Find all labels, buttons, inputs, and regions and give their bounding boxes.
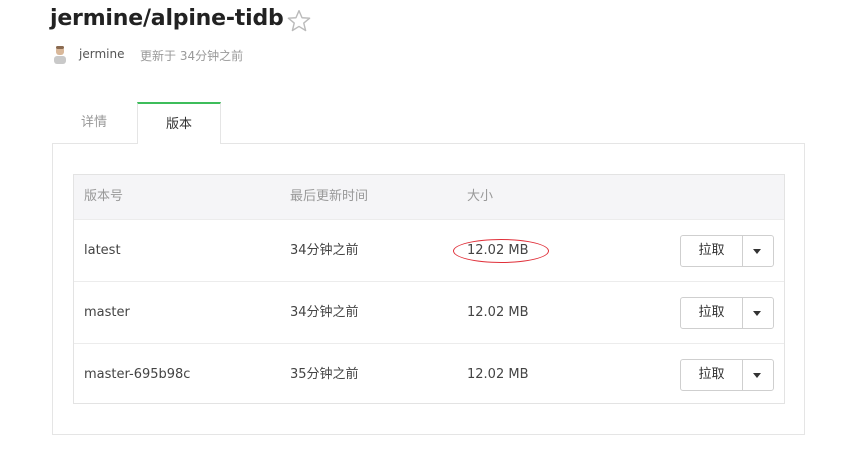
tab-details[interactable]: 详情 bbox=[52, 102, 136, 144]
pull-button[interactable]: 拉取 bbox=[681, 360, 743, 390]
caret-down-icon bbox=[753, 249, 761, 254]
size-highlight-circle bbox=[453, 239, 549, 263]
tab-bar: 详情 版本 bbox=[52, 102, 805, 144]
table-row: master 34分钟之前 12.02 MB 拉取 bbox=[74, 281, 784, 343]
tab-versions[interactable]: 版本 bbox=[137, 102, 221, 144]
version-tag: master-695b98c bbox=[84, 367, 191, 382]
header-version: 版本号 bbox=[84, 189, 124, 204]
updated-cell: 34分钟之前 bbox=[290, 305, 359, 320]
pull-button-group: 拉取 bbox=[680, 297, 774, 329]
star-icon[interactable] bbox=[286, 8, 312, 34]
version-tag: latest bbox=[84, 243, 121, 258]
caret-down-icon bbox=[753, 311, 761, 316]
versions-panel: 版本号 最后更新时间 大小 latest 34分钟之前 12.02 MB 拉取 … bbox=[52, 143, 805, 435]
updated-cell: 35分钟之前 bbox=[290, 367, 359, 382]
table-row: master-695b98c 35分钟之前 12.02 MB 拉取 bbox=[74, 343, 784, 405]
size-cell: 12.02 MB bbox=[467, 305, 529, 320]
avatar bbox=[54, 46, 66, 64]
pull-button[interactable]: 拉取 bbox=[681, 236, 743, 266]
pull-dropdown-button[interactable] bbox=[743, 236, 773, 266]
versions-table: 版本号 最后更新时间 大小 latest 34分钟之前 12.02 MB 拉取 … bbox=[73, 174, 785, 404]
pull-dropdown-button[interactable] bbox=[743, 298, 773, 328]
pull-dropdown-button[interactable] bbox=[743, 360, 773, 390]
header-updated: 最后更新时间 bbox=[290, 189, 369, 204]
pull-button-group: 拉取 bbox=[680, 235, 774, 267]
size-cell: 12.02 MB bbox=[453, 220, 549, 282]
header-size: 大小 bbox=[467, 189, 494, 204]
caret-down-icon bbox=[753, 373, 761, 378]
pull-button[interactable]: 拉取 bbox=[681, 298, 743, 328]
updated-time: 更新于 34分钟之前 bbox=[140, 49, 244, 63]
size-cell: 12.02 MB bbox=[467, 367, 529, 382]
table-header: 版本号 最后更新时间 大小 bbox=[74, 175, 784, 219]
table-row: latest 34分钟之前 12.02 MB 拉取 bbox=[74, 219, 784, 281]
author-link[interactable]: jermine bbox=[79, 47, 124, 61]
pull-button-group: 拉取 bbox=[680, 359, 774, 391]
updated-cell: 34分钟之前 bbox=[290, 243, 359, 258]
version-tag: master bbox=[84, 305, 130, 320]
repo-title: jermine/alpine-tidb bbox=[50, 6, 284, 31]
